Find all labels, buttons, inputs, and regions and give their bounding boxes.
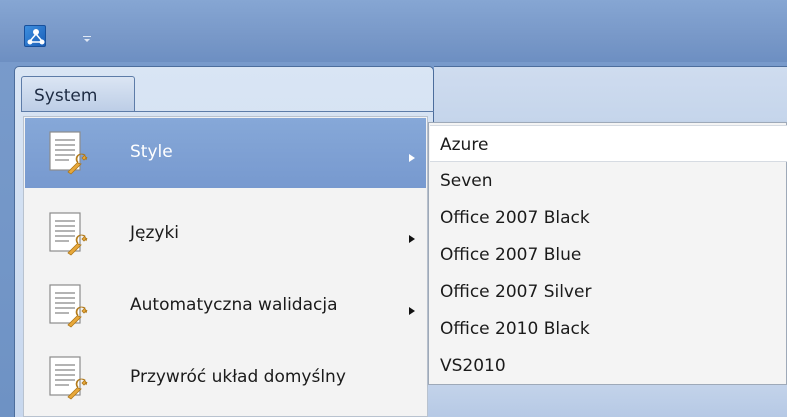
triangle-right-icon [408,148,416,162]
menu-item-jezyki[interactable]: Języki [25,199,426,269]
submenu-item-vs2010[interactable]: VS2010 [430,347,787,384]
title-bar [0,0,787,62]
menu-item-automatyczna-walidacja[interactable]: Automatyczna walidacja [25,271,426,341]
triangle-right-icon [408,301,416,315]
submenu-item-office-2007-silver[interactable]: Office 2007 Silver [430,273,787,310]
menu-item-label: Języki [130,223,180,243]
document-wrench-icon [47,211,91,259]
document-wrench-icon [47,283,91,331]
menu-item-label: Automatyczna walidacja [130,295,338,315]
workspace-background [428,385,787,417]
triangle-right-icon [408,229,416,243]
submenu-item-office-2007-blue[interactable]: Office 2007 Blue [430,236,787,273]
submenu-item-seven[interactable]: Seven [430,162,787,199]
tab-system[interactable]: System [21,76,135,112]
menu-item-label: Przywróć układ domyślny [130,367,346,387]
style-submenu: Azure Seven Office 2007 Black Office 200… [428,122,787,385]
app-logo-icon[interactable] [24,25,46,47]
quick-access-dropdown-icon[interactable] [82,29,92,42]
submenu-item-office-2010-black[interactable]: Office 2010 Black [430,310,787,347]
document-wrench-icon [47,130,91,178]
submenu-item-azure[interactable]: Azure [430,125,787,162]
system-menu: Style Języki Automatyczna walidacja Przy… [23,116,428,417]
tab-divider [21,111,434,112]
menu-item-label: Style [130,142,173,162]
menu-item-przywroc-uklad[interactable]: Przywróć układ domyślny [25,343,426,413]
document-wrench-icon [47,355,91,403]
menu-item-style[interactable]: Style [25,118,426,188]
submenu-item-office-2007-black[interactable]: Office 2007 Black [430,199,787,236]
